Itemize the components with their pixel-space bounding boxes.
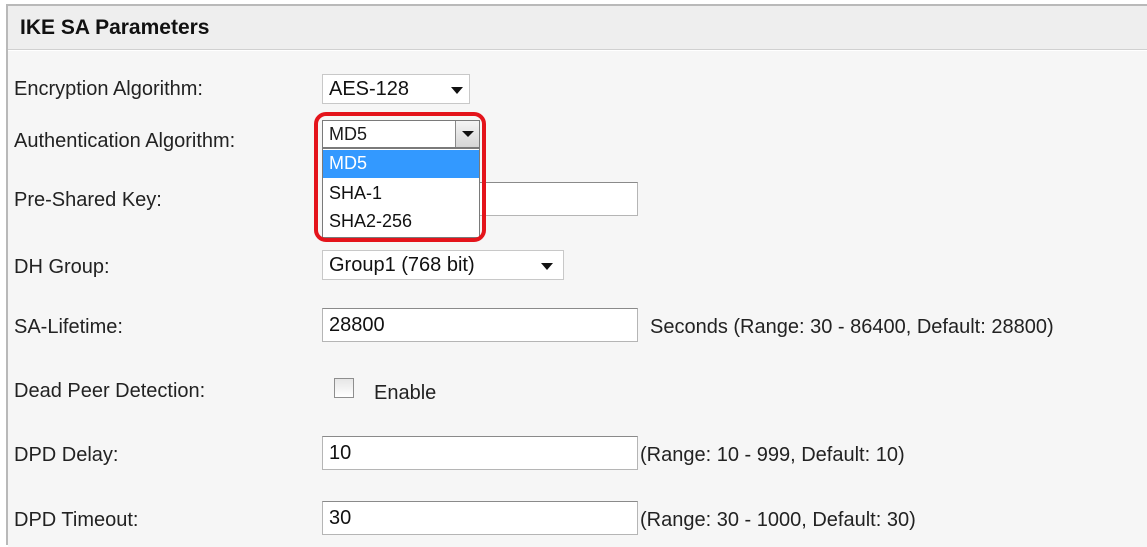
dpd-delay-hint: (Range: 10 - 999, Default: 10) <box>640 444 905 466</box>
section-header: IKE SA Parameters <box>8 6 1147 50</box>
encryption-algorithm-label: Encryption Algorithm: <box>14 78 203 100</box>
dpd-timeout-input[interactable]: 30 <box>322 501 638 535</box>
dpd-delay-label: DPD Delay: <box>14 444 119 466</box>
dpd-delay-input[interactable]: 10 <box>322 436 638 470</box>
dh-group-select[interactable]: Group1 (768 bit) <box>322 250 564 280</box>
pre-shared-key-label: Pre-Shared Key: <box>14 189 162 211</box>
annotation-highlight <box>314 112 486 242</box>
authentication-algorithm-label: Authentication Algorithm: <box>14 130 236 152</box>
chevron-down-icon <box>451 87 463 94</box>
encryption-algorithm-value: AES-128 <box>329 78 410 100</box>
dpd-timeout-label: DPD Timeout: <box>14 509 139 531</box>
dh-group-value: Group1 (768 bit) <box>329 254 475 276</box>
dpd-delay-value: 10 <box>329 442 352 464</box>
dead-peer-detection-label: Dead Peer Detection: <box>14 380 206 402</box>
sa-lifetime-hint: Seconds (Range: 30 - 86400, Default: 288… <box>650 316 1054 338</box>
dpd-timeout-hint: (Range: 30 - 1000, Default: 30) <box>640 509 916 531</box>
sa-lifetime-label: SA-Lifetime: <box>14 316 123 338</box>
dpd-enable-label: Enable <box>374 382 437 404</box>
form-body <box>8 51 1147 547</box>
sa-lifetime-input[interactable]: 28800 <box>322 308 638 342</box>
dpd-timeout-value: 30 <box>329 507 352 529</box>
chevron-down-icon <box>541 263 553 270</box>
dh-group-label: DH Group: <box>14 256 110 278</box>
sa-lifetime-value: 28800 <box>329 314 385 336</box>
section-title: IKE SA Parameters <box>20 16 210 39</box>
dpd-enable-checkbox[interactable] <box>334 378 354 398</box>
encryption-algorithm-select[interactable]: AES-128 <box>322 74 470 104</box>
